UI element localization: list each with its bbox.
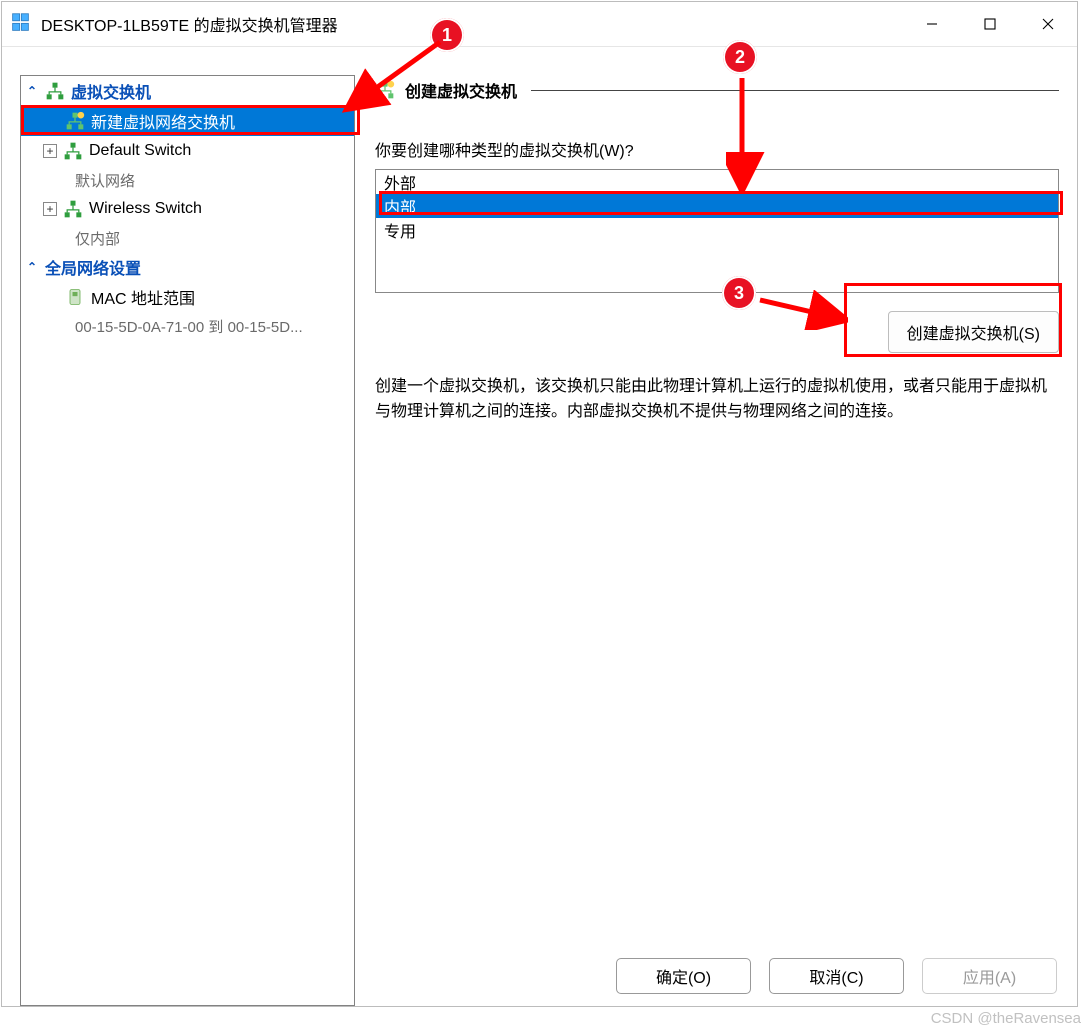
section-title: 创建虚拟交换机 (405, 78, 517, 102)
switch-type-description: 创建一个虚拟交换机，该交换机只能由此物理计算机上运行的虚拟机使用，或者只能用于虚… (375, 375, 1059, 425)
titlebar: DESKTOP-1LB59TE 的虚拟交换机管理器 (2, 2, 1077, 47)
sidebar-item-default-switch[interactable]: + Default Switch (21, 136, 354, 166)
collapse-icon: ⌃ (25, 260, 39, 274)
vswitch-manager-icon (10, 12, 31, 37)
sidebar-item-label: MAC 地址范围 (91, 285, 195, 309)
switch-type-option-internal[interactable]: 内部 (376, 194, 1058, 218)
annotation-badge-2: 2 (723, 40, 757, 74)
sidebar-item-subtext: 00-15-5D-0A-71-00 到 00-15-5D... (21, 312, 354, 340)
sidebar-item-mac-range[interactable]: MAC 地址范围 (21, 282, 354, 312)
close-button[interactable] (1019, 2, 1077, 46)
create-switch-button[interactable]: 创建虚拟交换机(S) (888, 311, 1059, 353)
cancel-button[interactable]: 取消(C) (769, 958, 904, 994)
apply-button: 应用(A) (922, 958, 1057, 994)
sidebar-item-label: Default Switch (89, 142, 191, 160)
new-switch-icon (65, 111, 85, 131)
switch-type-option-external[interactable]: 外部 (376, 170, 1058, 194)
annotation-badge-3: 3 (722, 276, 756, 310)
sidebar-item-new-switch[interactable]: 新建虚拟网络交换机 (21, 106, 354, 136)
maximize-button[interactable] (961, 2, 1019, 46)
main-panel: 创建虚拟交换机 你要创建哪种类型的虚拟交换机(W)? 外部 内部 专用 创建虚拟… (375, 75, 1059, 1006)
new-switch-icon (375, 80, 395, 100)
minimize-button[interactable] (903, 2, 961, 46)
sidebar-category-label: 虚拟交换机 (71, 79, 151, 103)
sidebar-item-subtext: 默认网络 (21, 166, 354, 194)
sidebar-category-label: 全局网络设置 (45, 255, 141, 279)
switch-icon (63, 141, 83, 161)
section-header: 创建虚拟交换机 (375, 75, 1059, 105)
switch-type-listbox[interactable]: 外部 内部 专用 (375, 169, 1059, 293)
nic-icon (65, 287, 85, 307)
switch-type-option-private[interactable]: 专用 (376, 218, 1058, 242)
sidebar-category-global[interactable]: ⌃ 全局网络设置 (21, 252, 354, 282)
switch-icon (45, 81, 65, 101)
sidebar-tree[interactable]: ⌃ 虚拟交换机 新建虚拟网络交换机 + Default Switch 默认网络 (20, 75, 355, 1006)
divider (531, 90, 1059, 91)
switch-icon (63, 199, 83, 219)
sidebar-item-wireless-switch[interactable]: + Wireless Switch (21, 194, 354, 224)
annotation-badge-1: 1 (430, 18, 464, 52)
ok-button[interactable]: 确定(O) (616, 958, 751, 994)
collapse-icon: ⌃ (25, 84, 39, 98)
expand-icon[interactable]: + (43, 144, 57, 158)
watermark: CSDN @theRavensea (931, 1010, 1081, 1027)
sidebar-item-label: 新建虚拟网络交换机 (91, 109, 235, 133)
switch-type-prompt: 你要创建哪种类型的虚拟交换机(W)? (375, 137, 1059, 161)
sidebar-item-subtext: 仅内部 (21, 224, 354, 252)
sidebar-item-label: Wireless Switch (89, 200, 202, 218)
expand-icon[interactable]: + (43, 202, 57, 216)
sidebar-category-switches[interactable]: ⌃ 虚拟交换机 (21, 76, 354, 106)
window-title: DESKTOP-1LB59TE 的虚拟交换机管理器 (41, 12, 338, 36)
